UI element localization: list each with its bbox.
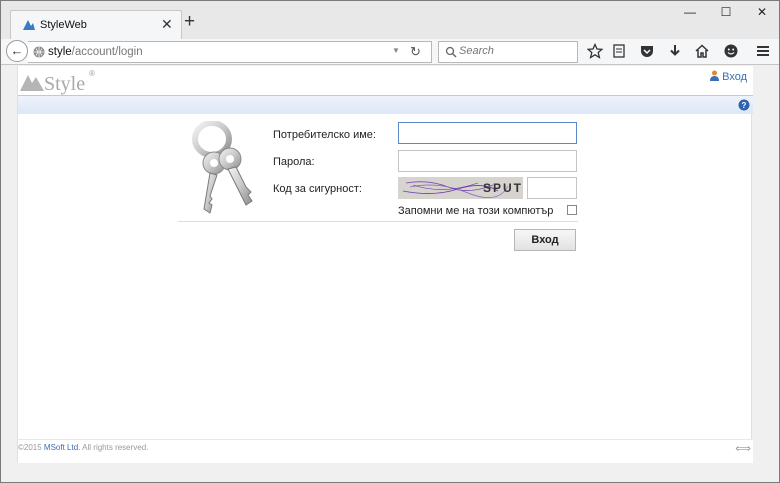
url-path: /account/login	[71, 46, 143, 58]
styleweb-favicon-icon	[23, 20, 35, 30]
globe-icon	[33, 46, 45, 58]
header-login-label: Вход	[722, 71, 747, 83]
search-bar[interactable]	[438, 41, 578, 63]
help-icon[interactable]: ?	[738, 99, 750, 111]
footer: ©2015 MSoft Ltd. All rights reserved. ⟺	[18, 439, 753, 463]
user-icon	[710, 70, 720, 81]
url-dropdown-icon[interactable]: ▼	[392, 46, 400, 55]
url-host: style	[48, 46, 72, 58]
maximize-button[interactable]: ☐	[716, 5, 736, 21]
header-login-link[interactable]: Вход	[710, 70, 747, 83]
keys-icon	[192, 121, 253, 214]
site-header: Style ® Вход	[18, 66, 753, 96]
remember-me-checkbox[interactable]	[567, 205, 577, 215]
captcha-text: SPUT	[483, 181, 523, 195]
pocket-icon[interactable]	[639, 43, 655, 59]
page-content: Style ® Вход ? Потребителско име: Парола…	[17, 66, 753, 463]
url-bar[interactable]: style/account/login ▼ ↻	[28, 41, 432, 63]
expand-horizontal-icon[interactable]: ⟺	[735, 442, 751, 455]
search-input[interactable]	[459, 45, 574, 57]
logo-registered-mark: ®	[89, 69, 95, 78]
bookmark-star-icon[interactable]	[587, 43, 603, 59]
login-submit-button[interactable]: Вход	[514, 229, 576, 251]
footer-rights: All rights reserved.	[80, 443, 149, 452]
footer-copyright-year: ©2015	[18, 443, 44, 452]
search-icon	[445, 46, 457, 58]
tab-styleweb[interactable]: StyleWeb ✕	[10, 10, 182, 39]
mstyle-logo-mark-icon	[20, 75, 44, 91]
tab-title: StyleWeb	[40, 19, 87, 31]
reload-icon[interactable]: ↻	[410, 44, 421, 60]
back-arrow-icon: ←	[10, 43, 24, 58]
captcha-label: Код за сигурност:	[273, 183, 362, 195]
username-label: Потребителско име:	[273, 129, 376, 141]
password-input[interactable]	[398, 150, 577, 172]
tab-close-icon[interactable]: ✕	[161, 16, 173, 33]
logo-text: Style	[44, 73, 86, 95]
menu-icon[interactable]	[755, 43, 771, 59]
url-text: style/account/login	[48, 46, 143, 58]
captcha-input[interactable]	[527, 177, 577, 199]
password-label: Парола:	[273, 156, 315, 168]
svg-text:?: ?	[742, 101, 747, 110]
tab-strip: StyleWeb ✕ + — ☐ ✕	[1, 1, 779, 39]
form-divider	[178, 221, 578, 222]
footer-company-link[interactable]: MSoft Ltd.	[44, 443, 80, 452]
remember-me-label: Запомни ме на този компютър	[398, 205, 554, 217]
new-tab-button[interactable]: +	[184, 12, 195, 32]
toolbar-strip: ?	[18, 95, 753, 114]
mstyle-logo: Style ®	[20, 69, 110, 95]
captcha-image: SPUT	[398, 177, 523, 199]
close-window-button[interactable]: ✕	[752, 5, 772, 21]
home-icon[interactable]	[694, 43, 710, 59]
back-button[interactable]: ←	[6, 40, 28, 62]
footer-copyright: ©2015 MSoft Ltd. All rights reserved.	[18, 443, 148, 452]
navigation-bar: ← style/account/login ▼ ↻	[1, 39, 779, 65]
username-input[interactable]	[398, 122, 577, 144]
download-icon[interactable]	[667, 43, 683, 59]
smiley-icon[interactable]	[723, 43, 739, 59]
browser-window: StyleWeb ✕ + — ☐ ✕ ← style/account/login…	[0, 0, 780, 483]
reading-list-icon[interactable]	[611, 43, 627, 59]
minimize-button[interactable]: —	[680, 5, 700, 21]
